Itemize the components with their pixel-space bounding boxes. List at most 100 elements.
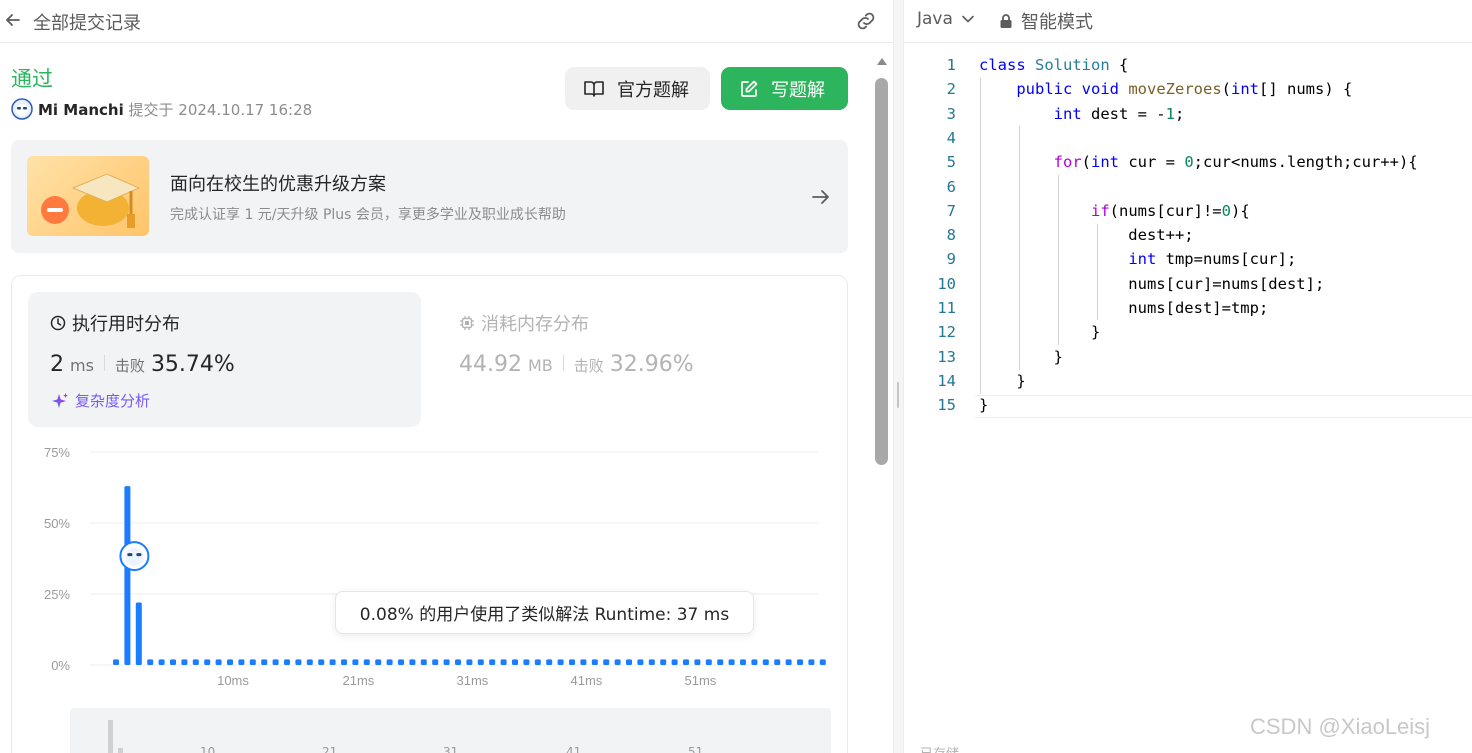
minimap-label: 41 bbox=[566, 745, 582, 753]
y-tick-label: 75% bbox=[44, 445, 70, 460]
runtime-beat-percent: 35.74% bbox=[150, 352, 235, 377]
histogram-bar bbox=[170, 659, 176, 665]
x-tick-label: 31ms bbox=[457, 673, 489, 688]
memory-heading-text: 消耗内存分布 bbox=[481, 314, 589, 335]
histogram-bar bbox=[671, 659, 678, 665]
memory-value: 44.92 bbox=[459, 352, 522, 377]
histogram-bar bbox=[375, 659, 382, 665]
promo-subtitle: 完成认证享 1 元/天升级 Plus 会员，享更多学业及职业成长帮助 bbox=[170, 207, 566, 223]
code-line[interactable]: public void moveZeroes(int[] nums) { bbox=[979, 80, 1352, 98]
memory-unit: MB bbox=[527, 356, 553, 375]
line-number: 7 bbox=[946, 201, 956, 220]
histogram-bar bbox=[398, 659, 404, 665]
user-avatar-marker-face bbox=[125, 548, 144, 567]
histogram-bar bbox=[466, 659, 473, 665]
histogram-bar bbox=[512, 659, 518, 665]
runtime-unit: ms bbox=[70, 356, 94, 375]
line-number: 9 bbox=[946, 250, 956, 269]
histogram-bar bbox=[717, 659, 724, 665]
line-number: 2 bbox=[946, 80, 956, 99]
back-arrow-icon[interactable] bbox=[3, 10, 23, 30]
left-panel-scrollbar[interactable] bbox=[875, 78, 888, 465]
runtime-heading-text: 执行用时分布 bbox=[72, 314, 180, 335]
memory-beat-label: 击败 bbox=[573, 357, 604, 375]
user-avatar-marker-eye bbox=[127, 553, 133, 557]
histogram-bar bbox=[637, 659, 644, 665]
histogram-bar bbox=[261, 659, 268, 665]
current-line-highlight bbox=[975, 395, 1472, 418]
histogram-bar bbox=[215, 659, 222, 665]
histogram-bar bbox=[204, 659, 211, 665]
line-number: 8 bbox=[946, 226, 956, 245]
lock-icon bbox=[1000, 14, 1012, 28]
histogram-bar bbox=[284, 659, 290, 665]
clock-icon bbox=[50, 315, 66, 331]
histogram-bar bbox=[295, 659, 302, 665]
histogram-bar bbox=[477, 659, 484, 665]
arrow-right-icon[interactable] bbox=[809, 186, 833, 208]
y-tick-label: 25% bbox=[44, 587, 70, 602]
line-number: 15 bbox=[937, 396, 956, 415]
histogram-bar bbox=[705, 659, 712, 665]
code-line[interactable]: } bbox=[979, 348, 1063, 366]
official-solution-button[interactable]: 官方题解 bbox=[565, 67, 710, 110]
histogram-bar bbox=[420, 659, 427, 665]
histogram-bar bbox=[580, 659, 587, 665]
runtime-heading: 执行用时分布 bbox=[50, 310, 180, 336]
submitter-name[interactable]: Mi Manchi bbox=[38, 101, 124, 119]
histogram-bar bbox=[614, 659, 621, 665]
book-icon bbox=[584, 80, 604, 97]
code-line[interactable]: int dest = -1; bbox=[979, 105, 1185, 123]
line-number: 6 bbox=[946, 177, 956, 196]
code-line[interactable]: } bbox=[979, 372, 1025, 390]
histogram-bar bbox=[409, 659, 416, 665]
stat-divider bbox=[103, 355, 105, 371]
histogram-bar bbox=[386, 659, 393, 665]
code-line[interactable]: } bbox=[979, 396, 988, 414]
code-line[interactable]: int tmp=nums[cur]; bbox=[979, 250, 1296, 268]
histogram-bar bbox=[147, 659, 154, 665]
chip-icon bbox=[460, 316, 474, 330]
language-selector[interactable]: Java bbox=[917, 9, 975, 29]
promo-banner[interactable]: 面向在校生的优惠升级方案 完成认证享 1 元/天升级 Plus 会员，享更多学业… bbox=[11, 140, 848, 253]
histogram-bar bbox=[192, 659, 199, 665]
code-line[interactable]: dest++; bbox=[979, 226, 1193, 244]
line-number: 10 bbox=[937, 274, 956, 293]
editor-mode[interactable]: 智能模式 bbox=[999, 8, 1093, 34]
histogram-bar bbox=[113, 659, 119, 665]
histogram-bar bbox=[591, 659, 598, 665]
code-line[interactable]: nums[cur]=nums[dest]; bbox=[979, 275, 1324, 293]
all-submissions-title[interactable]: 全部提交记录 bbox=[33, 9, 141, 35]
code-line[interactable]: class Solution { bbox=[979, 56, 1128, 74]
code-line[interactable]: } bbox=[979, 323, 1100, 341]
share-link-icon[interactable] bbox=[854, 10, 878, 32]
write-solution-button[interactable]: 写题解 bbox=[721, 67, 848, 110]
resize-handle[interactable] bbox=[897, 382, 899, 408]
memory-beat-percent: 32.96% bbox=[609, 352, 694, 377]
y-tick-label: 0% bbox=[51, 658, 70, 673]
code-line[interactable]: if(nums[cur]!=0){ bbox=[979, 202, 1250, 220]
histogram-bar bbox=[546, 659, 553, 665]
scroll-up-arrow-icon[interactable] bbox=[875, 55, 889, 67]
submitter-line: Mi Manchi 提交于 2024.10.17 16:28 bbox=[38, 99, 312, 120]
editor-mode-label: 智能模式 bbox=[1021, 12, 1093, 33]
minimap-bar bbox=[118, 748, 123, 753]
histogram-bar bbox=[318, 659, 325, 665]
user-avatar[interactable] bbox=[11, 98, 33, 120]
panel-divider[interactable] bbox=[893, 0, 904, 753]
graduation-cap-illustration bbox=[27, 156, 149, 236]
line-number: 3 bbox=[946, 104, 956, 123]
memory-heading[interactable]: 消耗内存分布 bbox=[459, 310, 589, 336]
code-line[interactable]: nums[dest]=tmp; bbox=[979, 299, 1268, 317]
runtime-distribution-chart[interactable]: 75% 50% 25% 0% 10ms 21ms 31ms 41ms 51ms bbox=[28, 437, 828, 702]
editor-toolbar bbox=[904, 0, 1472, 43]
histogram-bar bbox=[774, 659, 781, 665]
code-line[interactable]: for(int cur = 0;cur<nums.length;cur++){ bbox=[979, 153, 1418, 171]
complexity-analysis-link[interactable]: 复杂度分析 bbox=[51, 390, 150, 411]
runtime-values: 2 ms 击败 35.74% bbox=[50, 352, 235, 377]
submission-status: 通过 bbox=[11, 67, 53, 91]
line-number: 5 bbox=[946, 153, 956, 172]
official-solution-label: 官方题解 bbox=[617, 79, 689, 101]
user-avatar-marker-eye bbox=[136, 553, 142, 557]
histogram-bar bbox=[341, 659, 347, 665]
